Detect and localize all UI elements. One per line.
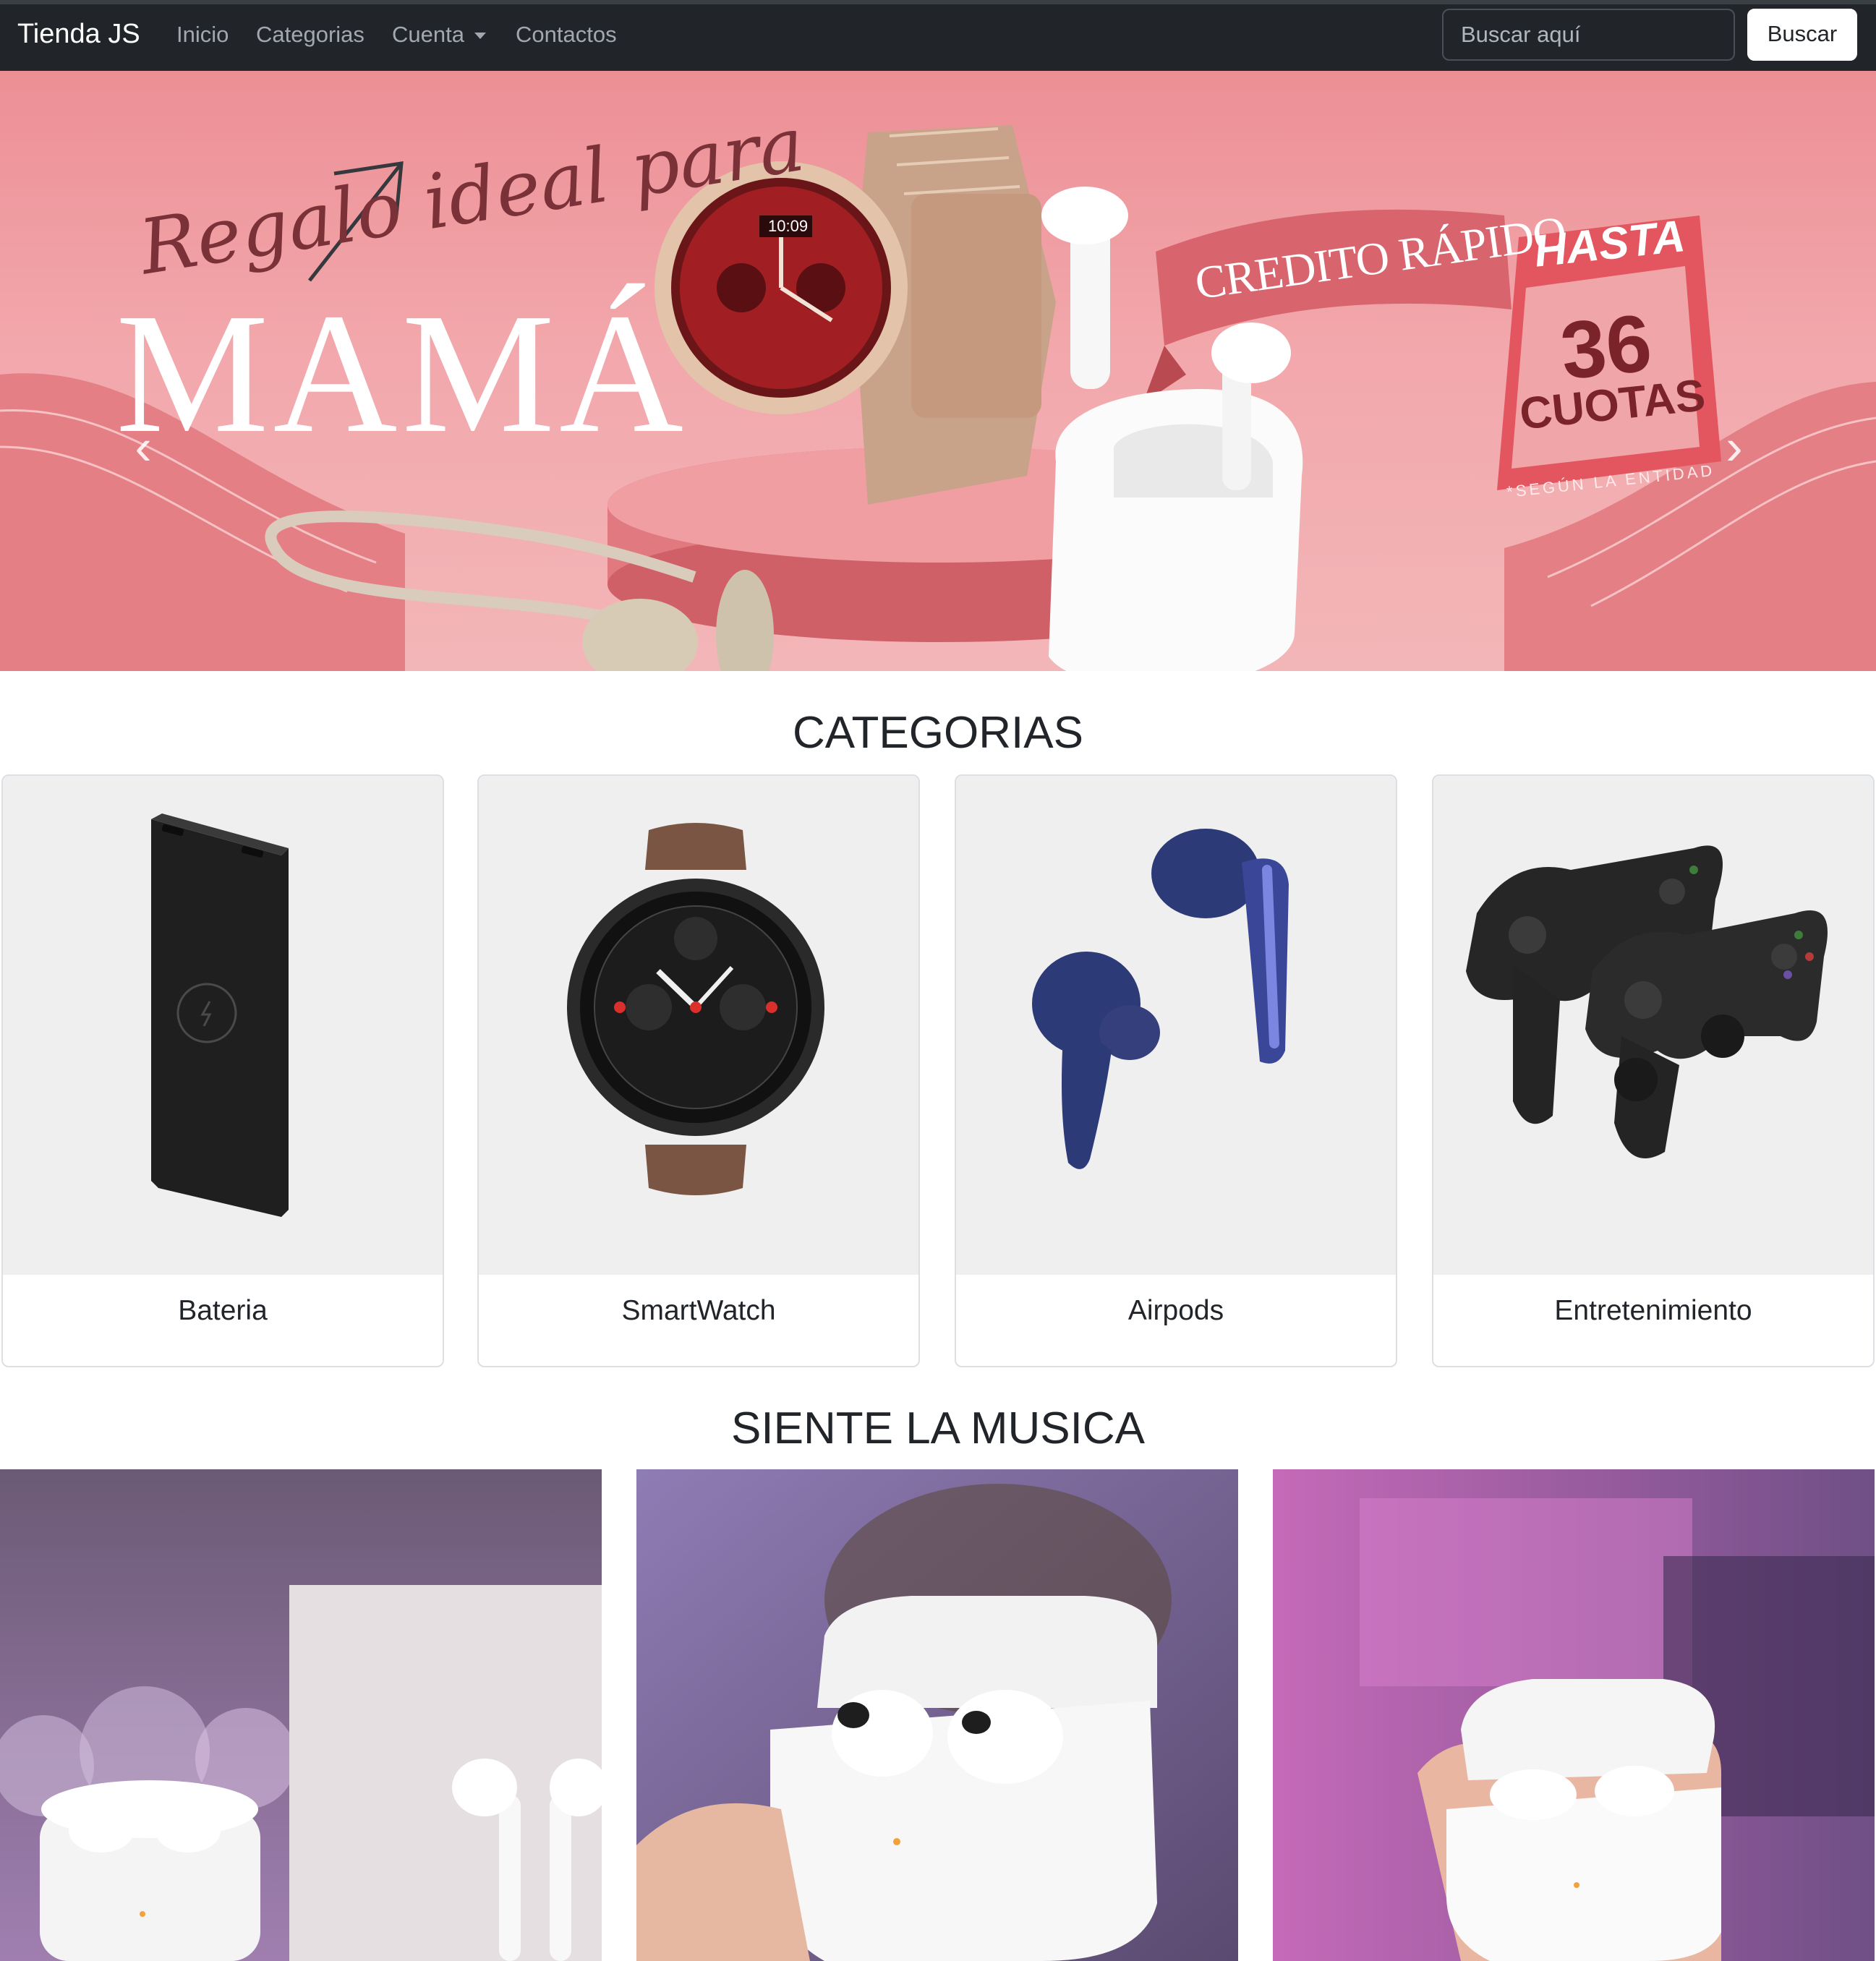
chevron-left-icon[interactable]: ‹	[121, 418, 165, 476]
nav-link-inicio[interactable]: Inicio	[176, 22, 229, 48]
music-section-title: SIENTE LA MUSICA	[731, 1404, 1145, 1453]
brand-logo[interactable]: Tienda JS	[17, 19, 140, 50]
watch-time: 10:09	[764, 215, 813, 237]
music-photo-3[interactable]	[1273, 1469, 1875, 1961]
hero-carousel: Regalo ideal para MAMÁ 10:09 CREDITO RÁP…	[0, 71, 1876, 671]
chevron-right-icon[interactable]: ›	[1713, 418, 1756, 476]
airpods-pro-photo	[1273, 1469, 1875, 1961]
category-name: Airpods	[1127, 1295, 1224, 1326]
category-card-airpods[interactable]: Airpods	[955, 774, 1397, 1367]
partners-logos: Addi | sistecrédito | SU+ Pay	[1393, 665, 1843, 671]
category-card-bateria[interactable]: Bateria	[1, 774, 444, 1367]
music-photo-2[interactable]	[636, 1469, 1238, 1961]
power-bank-image	[3, 776, 443, 1275]
caret-down-icon	[474, 33, 486, 40]
category-name: Bateria	[178, 1295, 268, 1326]
nav-link-categorias[interactable]: Categorias	[256, 22, 364, 48]
search-input[interactable]	[1442, 9, 1735, 61]
earbuds-image	[956, 776, 1396, 1275]
nav-dropdown-label: Cuenta	[392, 22, 464, 47]
search-button[interactable]: Buscar	[1747, 9, 1857, 61]
category-card-entretenimiento[interactable]: Entretenimiento	[1432, 774, 1875, 1367]
categories-title: CATEGORIAS	[793, 708, 1083, 758]
category-card-smartwatch[interactable]: SmartWatch	[477, 774, 920, 1367]
airpods-hand-photo	[636, 1469, 1238, 1961]
nav-link-contactos[interactable]: Contactos	[516, 22, 617, 48]
music-photo-1[interactable]	[0, 1469, 602, 1961]
nav-dropdown-cuenta[interactable]: Cuenta	[392, 22, 486, 48]
category-name: Entretenimiento	[1554, 1295, 1752, 1326]
airpods-box-photo	[0, 1469, 602, 1961]
smartwatch-image	[479, 776, 918, 1275]
navbar: Tienda JS Inicio Categorias Cuenta Conta…	[0, 0, 1876, 71]
category-name: SmartWatch	[621, 1295, 776, 1326]
hero-headline: MAMÁ	[116, 278, 688, 469]
gamepad-image	[1433, 776, 1873, 1275]
